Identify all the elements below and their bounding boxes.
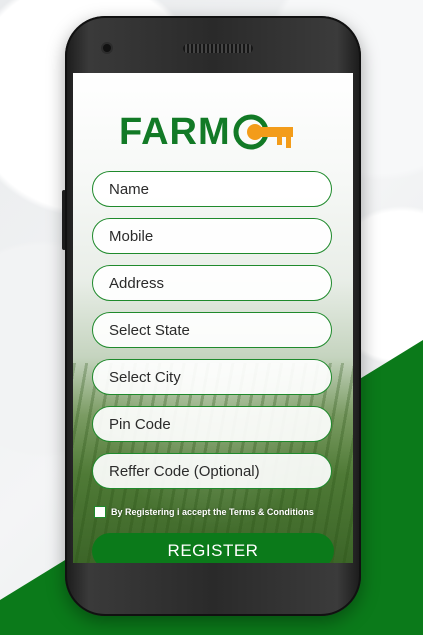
app-logo: FARM (119, 109, 299, 155)
name-input[interactable] (92, 171, 332, 207)
city-select[interactable] (92, 359, 332, 395)
earpiece-speaker (183, 44, 253, 53)
logo-text: FARM (119, 110, 231, 153)
state-select[interactable] (92, 312, 332, 348)
register-button[interactable]: REGISTER (92, 533, 334, 563)
terms-row: By Registering i accept the Terms & Cond… (94, 505, 314, 519)
terms-checkbox[interactable] (94, 506, 106, 518)
front-camera-icon (103, 44, 111, 52)
terms-label: By Registering i accept the Terms & Cond… (111, 507, 314, 517)
pin-code-input[interactable] (92, 406, 332, 442)
mobile-input[interactable] (92, 218, 332, 254)
address-input[interactable] (92, 265, 332, 301)
key-icon (233, 114, 293, 150)
phone-frame: FARM By Registering i accept the Terms &… (65, 16, 361, 616)
referral-code-input[interactable] (92, 453, 332, 489)
app-screen: FARM By Registering i accept the Terms &… (73, 73, 353, 563)
